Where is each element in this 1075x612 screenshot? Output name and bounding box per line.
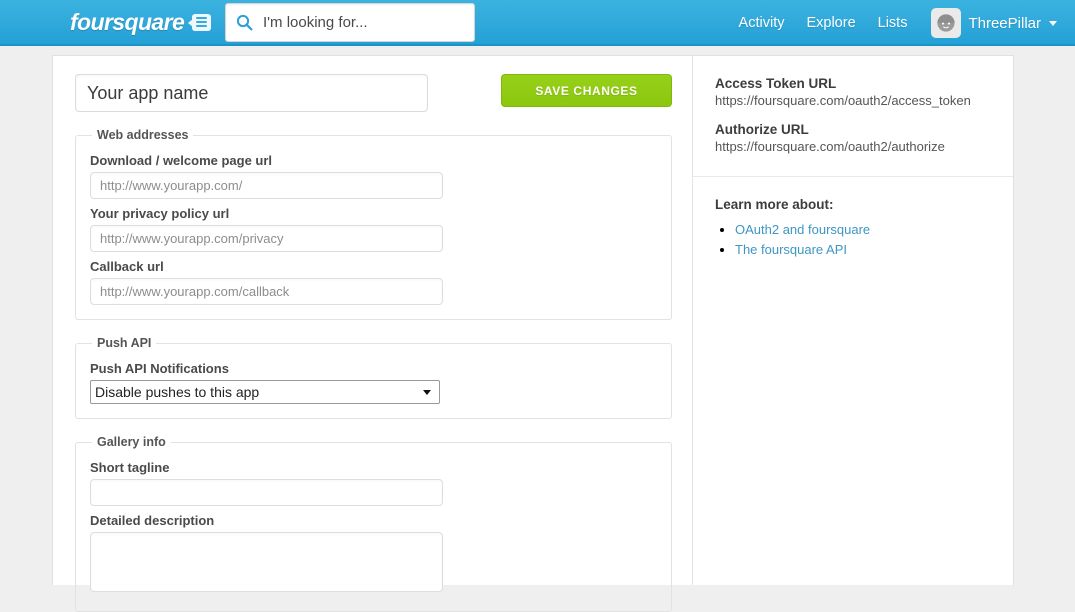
top-navigation-bar: foursquare Activity Explore Lists xyxy=(0,0,1075,46)
detailed-description-textarea[interactable] xyxy=(90,532,443,592)
short-tagline-input[interactable] xyxy=(90,479,443,506)
gallery-info-legend: Gallery info xyxy=(97,435,166,449)
authorize-url-label: Authorize URL xyxy=(715,122,809,137)
web-addresses-legend: Web addresses xyxy=(97,128,189,142)
nav-link-activity[interactable]: Activity xyxy=(739,15,785,31)
search-box[interactable] xyxy=(225,3,475,42)
learn-more-section: Learn more about: OAuth2 and foursquare … xyxy=(693,177,1013,283)
save-changes-button[interactable]: SAVE CHANGES xyxy=(500,74,672,107)
link-oauth2-and-foursquare[interactable]: OAuth2 and foursquare xyxy=(735,222,870,237)
speech-bubble-menu-icon[interactable] xyxy=(188,13,212,31)
gallery-info-fieldset: Gallery info Short tagline Detailed desc… xyxy=(75,435,672,612)
learn-more-heading: Learn more about: xyxy=(715,197,834,212)
info-sidebar-column: Access Token URL https://foursquare.com/… xyxy=(693,56,1013,585)
settings-form-column: SAVE CHANGES Web addresses Download / we… xyxy=(53,56,693,612)
push-api-legend: Push API xyxy=(97,336,152,350)
access-token-url-value: https://foursquare.com/oauth2/access_tok… xyxy=(715,93,971,108)
foursquare-wordmark: foursquare xyxy=(70,8,185,35)
push-notifications-select-wrap: Disable pushes to this app xyxy=(90,380,440,404)
nav-link-lists[interactable]: Lists xyxy=(878,15,908,31)
app-settings-card: SAVE CHANGES Web addresses Download / we… xyxy=(52,55,1014,612)
short-tagline-label: Short tagline xyxy=(90,460,170,475)
callback-url-label: Callback url xyxy=(90,259,164,274)
push-notifications-select[interactable]: Disable pushes to this app xyxy=(90,380,440,404)
callback-url-input[interactable] xyxy=(90,278,443,305)
nav-links: Activity Explore Lists ThreePillar xyxy=(739,0,1075,46)
push-notifications-label: Push API Notifications xyxy=(90,361,229,376)
app-name-row: SAVE CHANGES xyxy=(53,74,692,112)
access-token-url-label: Access Token URL xyxy=(715,76,837,91)
nav-link-explore[interactable]: Explore xyxy=(806,15,855,31)
chevron-down-icon[interactable] xyxy=(1049,20,1057,26)
search-icon xyxy=(236,14,253,31)
user-menu[interactable]: ThreePillar xyxy=(931,8,1057,38)
brand-logo-link[interactable]: foursquare xyxy=(70,8,212,35)
privacy-url-label: Your privacy policy url xyxy=(90,206,230,221)
link-the-foursquare-api[interactable]: The foursquare API xyxy=(735,242,847,257)
push-api-fieldset: Push API Push API Notifications Disable … xyxy=(75,336,672,419)
list-item: OAuth2 and foursquare xyxy=(735,221,991,239)
download-url-input[interactable] xyxy=(90,172,443,199)
app-name-input[interactable] xyxy=(75,74,428,112)
search-input[interactable] xyxy=(261,13,464,32)
web-addresses-fieldset: Web addresses Download / welcome page ur… xyxy=(75,128,672,320)
oauth-urls-section: Access Token URL https://foursquare.com/… xyxy=(693,56,1013,177)
learn-more-link-list: OAuth2 and foursquare The foursquare API xyxy=(715,221,991,259)
user-name: ThreePillar xyxy=(968,14,1041,32)
download-url-label: Download / welcome page url xyxy=(90,153,273,168)
avatar-icon xyxy=(931,8,962,38)
authorize-url-value: https://foursquare.com/oauth2/authorize xyxy=(715,139,945,154)
list-item: The foursquare API xyxy=(735,241,991,259)
detailed-description-label: Detailed description xyxy=(90,513,215,528)
privacy-url-input[interactable] xyxy=(90,225,443,252)
